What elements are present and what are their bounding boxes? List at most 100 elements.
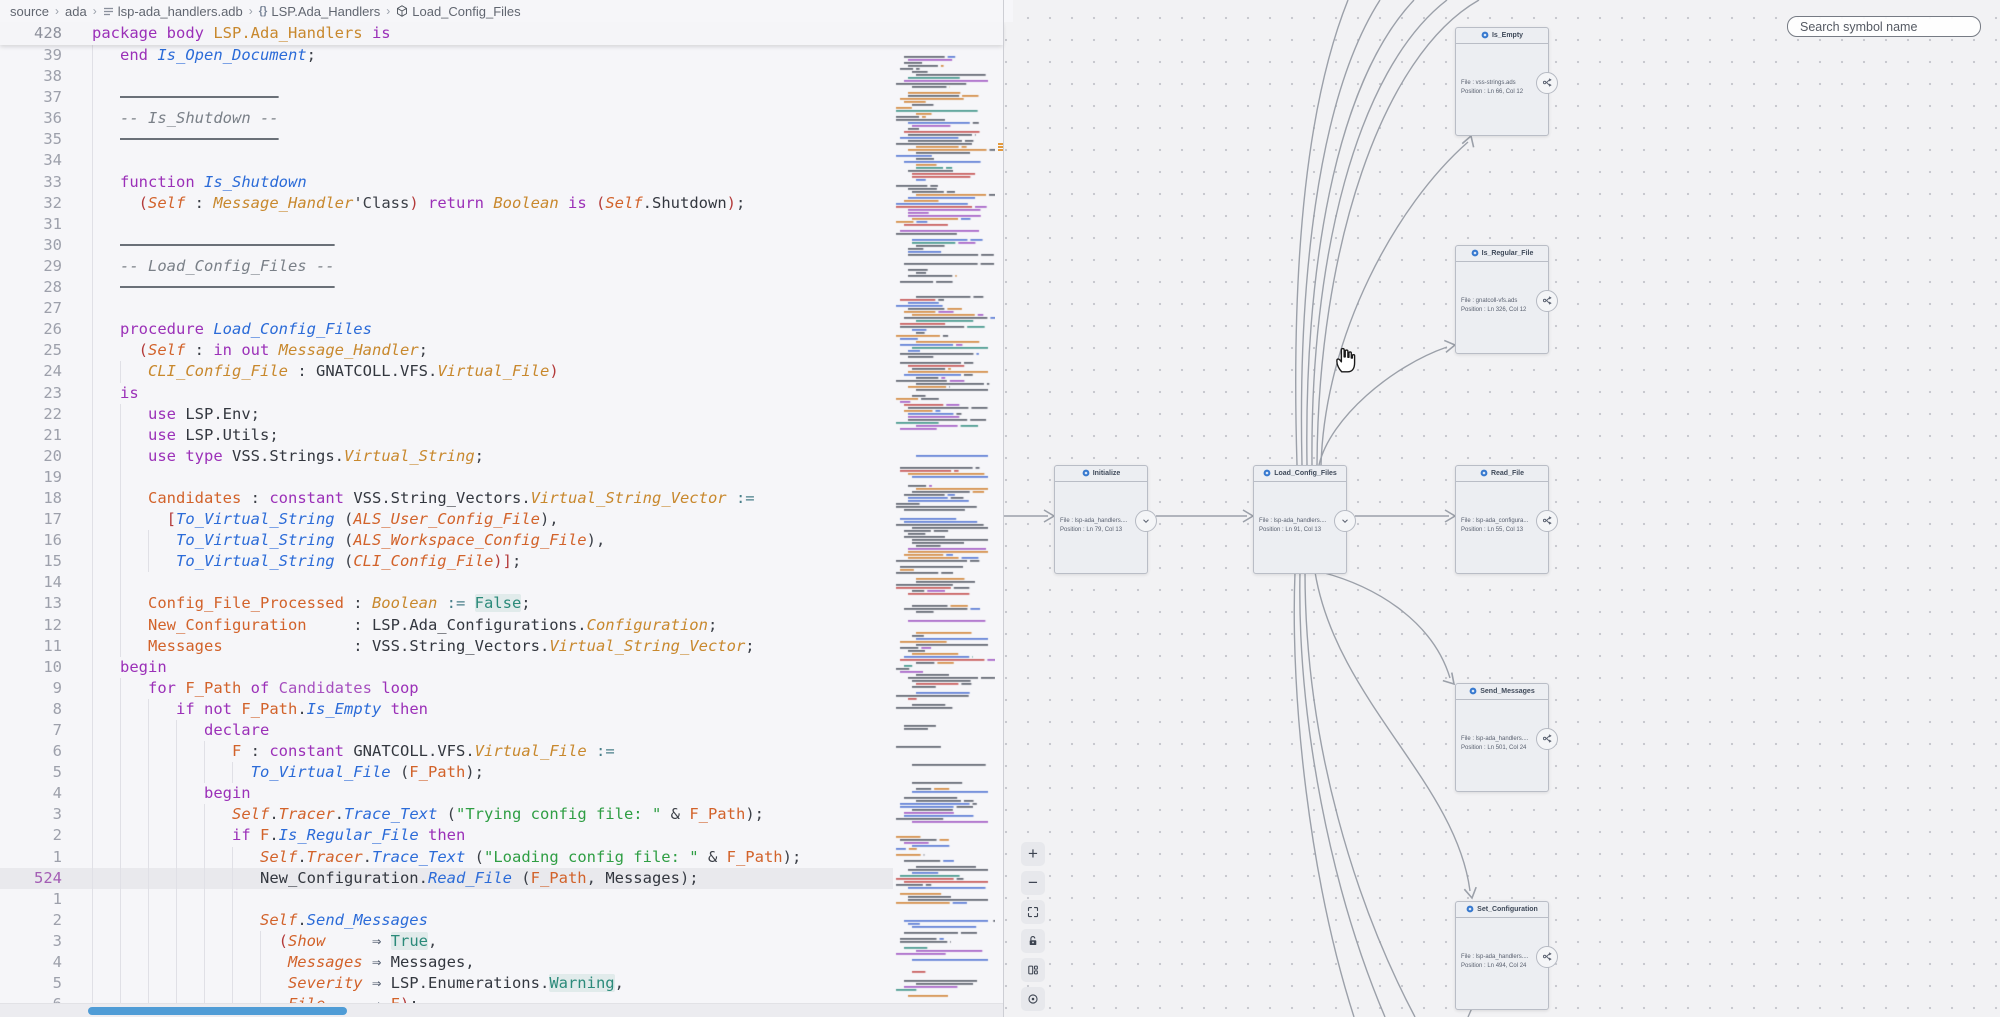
code-line: 30 ----------------------- <box>0 235 893 256</box>
node-file: File : lsp-ada_handlers.... <box>1461 953 1548 962</box>
graph-node-set_configuration[interactable]: Set_Configuration File : lsp-ada_handlers… <box>1455 901 1549 1010</box>
zoom-out-button[interactable]: − <box>1021 871 1045 895</box>
line-number: 4 <box>0 952 62 973</box>
line-number: 37 <box>0 87 62 108</box>
symbol-icon <box>1263 469 1271 479</box>
line-number: 2 <box>0 825 62 846</box>
code-line: 12 New_Configuration : LSP.Ada_Configura… <box>0 615 893 636</box>
search-input[interactable] <box>1787 16 1981 37</box>
code-line: 24 CLI_Config_File : GNATCOLL.VFS.Virtua… <box>0 361 893 382</box>
node-header: Send_Messages <box>1456 684 1548 700</box>
line-number: 24 <box>0 361 62 382</box>
code-lines[interactable]: 39 end Is_Open_Document;3837 -----------… <box>0 45 893 1017</box>
symbol-icon <box>1481 31 1489 41</box>
line-number: 524 <box>0 868 62 889</box>
breadcrumb-separator: › <box>386 4 390 18</box>
line-number: 6 <box>0 741 62 762</box>
code-line: 32 (Self : Message_Handler'Class) return… <box>0 193 893 214</box>
code-line: 26 procedure Load_Config_Files <box>0 319 893 340</box>
show-calls-button[interactable] <box>1536 728 1558 750</box>
node-header: Initialize <box>1055 466 1147 482</box>
node-body: File : vss-strings.adsPosition : Ln 66, … <box>1456 44 1548 132</box>
code-line: 27 <box>0 298 893 319</box>
node-file: File : lsp-ada_handlers.... <box>1461 735 1548 744</box>
lock-button[interactable] <box>1021 929 1045 953</box>
pane-divider[interactable] <box>1003 0 1004 1017</box>
sticky-scroll-line[interactable]: 428 package body LSP.Ada_Handlers is <box>0 22 1003 45</box>
symbol-icon <box>1471 249 1479 259</box>
node-title: Set_Configuration <box>1477 906 1538 913</box>
scrollbar-thumb[interactable] <box>88 1007 347 1015</box>
show-calls-button[interactable] <box>1536 510 1558 532</box>
cube-icon <box>396 5 408 17</box>
breadcrumb-item[interactable]: Load_Config_Files <box>396 4 520 19</box>
graph-node-load_config_files[interactable]: Load_Config_Files File : lsp-ada_handlers… <box>1253 465 1347 574</box>
code-line: 3 Self.Tracer.Trace_Text ("Trying config… <box>0 804 893 825</box>
breadcrumb-item[interactable]: lsp-ada_handlers.adb <box>103 4 243 19</box>
graph-node-is_empty[interactable]: Is_EmptyFile : vss-strings.adsPosition :… <box>1455 27 1549 136</box>
code-line: 1 <box>0 889 893 910</box>
node-position: Position : Ln 326, Col 12 <box>1461 306 1548 315</box>
code-line: 17 [To_Virtual_String (ALS_User_Config_F… <box>0 509 893 530</box>
line-number: 12 <box>0 615 62 636</box>
line-number: 7 <box>0 720 62 741</box>
breadcrumb-item[interactable]: ada <box>65 4 87 19</box>
show-calls-button[interactable] <box>1536 290 1558 312</box>
graph-node-send_messages[interactable]: Send_Messages File : lsp-ada_handlers....… <box>1455 683 1549 792</box>
line-number: 36 <box>0 108 62 129</box>
code-line: 37 ----------------- <box>0 87 893 108</box>
app-window: source › ada › lsp-ada_handlers.adb › {}LSP.Ad… <box>0 0 2000 1017</box>
show-calls-button[interactable] <box>1536 946 1558 968</box>
node-body: File : lsp-ada_handlers....Position : Ln… <box>1456 918 1548 1006</box>
code-line: 2 if F.Is_Regular_File then <box>0 825 893 846</box>
graph-node-initialize[interactable]: Initialize File : lsp-ada_handlers....Pos… <box>1054 465 1148 574</box>
node-position: Position : Ln 91, Col 13 <box>1259 526 1346 535</box>
current-code-line: 524 New_Configuration.Read_File (F_Path,… <box>0 868 893 889</box>
braces-icon: {} <box>259 5 268 17</box>
center-button[interactable] <box>1021 987 1045 1011</box>
code-line: 18 Candidates : constant VSS.String_Vect… <box>0 488 893 509</box>
code-line: 33 function Is_Shutdown <box>0 172 893 193</box>
line-number: 25 <box>0 340 62 361</box>
node-title: Is_Regular_File <box>1482 250 1534 257</box>
code-line: 36 -- Is_Shutdown -- <box>0 108 893 129</box>
node-body: File : lsp-ada_handlers....Position : Ln… <box>1055 482 1147 570</box>
node-title: Initialize <box>1093 470 1121 477</box>
node-title: Send_Messages <box>1480 688 1534 695</box>
line-number: 10 <box>0 657 62 678</box>
node-header: Set_Configuration <box>1456 902 1548 918</box>
graph-node-read_file[interactable]: Read_FileFile : lsp-ada_configura...Posi… <box>1455 465 1549 574</box>
node-body: File : lsp-ada_handlers....Position : Ln… <box>1254 482 1346 570</box>
line-number: 3 <box>0 931 62 952</box>
node-position: Position : Ln 55, Col 13 <box>1461 526 1548 535</box>
collapse-calls-button[interactable] <box>1135 510 1157 532</box>
line-number: 5 <box>0 973 62 994</box>
fit-view-button[interactable] <box>1021 900 1045 924</box>
line-number: 23 <box>0 383 62 404</box>
collapse-calls-button[interactable] <box>1334 510 1356 532</box>
breadcrumb-item[interactable]: source <box>10 4 49 19</box>
code-line: 20 use type VSS.Strings.Virtual_String; <box>0 446 893 467</box>
node-title: Load_Config_Files <box>1274 470 1337 477</box>
line-number: 33 <box>0 172 62 193</box>
call-graph-panel[interactable]: Is_EmptyFile : vss-strings.adsPosition :… <box>1004 0 2000 1017</box>
horizontal-scrollbar[interactable] <box>0 1003 1003 1017</box>
breadcrumb: source › ada › lsp-ada_handlers.adb › {}LSP.Ad… <box>0 0 1013 22</box>
minimap[interactable] <box>893 22 995 1003</box>
code-editor-pane: source › ada › lsp-ada_handlers.adb › {}LSP.Ad… <box>0 0 1003 1017</box>
code-line: 11 Messages : VSS.String_Vectors.Virtual… <box>0 636 893 657</box>
code-line: 35 ----------------- <box>0 129 893 150</box>
breadcrumb-item[interactable]: {}LSP.Ada_Handlers <box>259 4 380 19</box>
line-number: 35 <box>0 129 62 150</box>
line-number: 3 <box>0 804 62 825</box>
zoom-in-button[interactable]: + <box>1021 842 1045 866</box>
breadcrumb-separator: › <box>249 4 253 18</box>
breadcrumb-separator: › <box>93 4 97 18</box>
code-line: 15 To_Virtual_String (CLI_Config_File)]; <box>0 551 893 572</box>
code-line: 5 To_Virtual_File (F_Path); <box>0 762 893 783</box>
graph-node-is_regular_file[interactable]: Is_Regular_FileFile : gnatcoll-vfs.adsPo… <box>1455 245 1549 354</box>
layout-button[interactable] <box>1021 958 1045 982</box>
line-number: 21 <box>0 425 62 446</box>
show-calls-button[interactable] <box>1536 72 1558 94</box>
code-line: 10 begin <box>0 657 893 678</box>
